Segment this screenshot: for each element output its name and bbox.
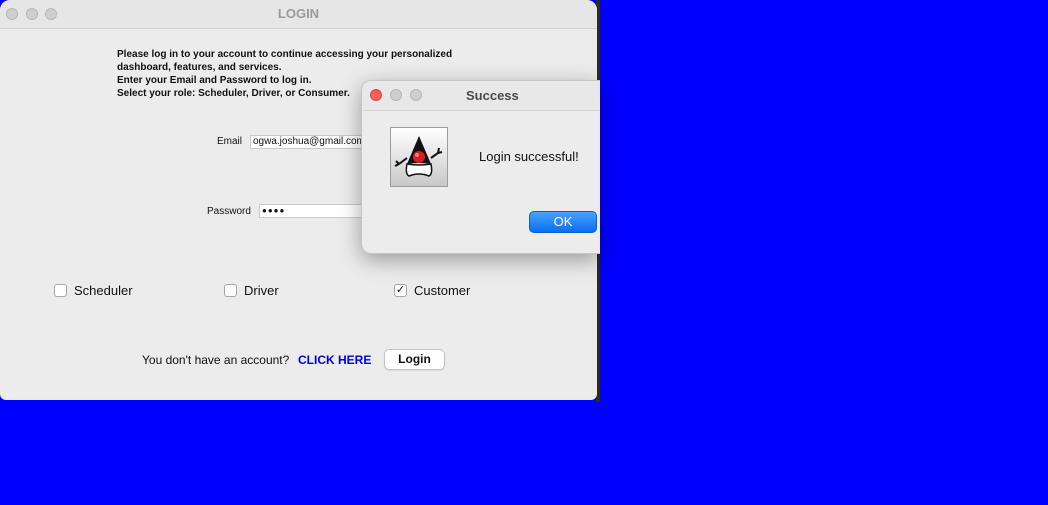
password-label: Password [207,206,251,217]
intro-line: Please log in to your account to continu… [117,49,453,60]
email-field[interactable]: ogwa.joshua@gmail.com [250,135,365,149]
password-field[interactable]: ●●●● [259,204,365,218]
driver-label[interactable]: Driver [244,283,279,298]
customer-checkbox[interactable]: ✓ [394,284,407,297]
driver-checkbox[interactable] [224,284,237,297]
login-button[interactable]: Login [384,349,445,370]
dialog-close-button[interactable] [370,89,382,101]
signup-prompt: You don't have an account? [142,353,290,367]
scheduler-checkbox[interactable] [54,284,67,297]
success-dialog: Success Login successful! OK [361,80,600,254]
dialog-zoom-button [410,89,422,101]
signup-link[interactable]: CLICK HERE [298,353,371,367]
dialog-minimize-button [390,89,402,101]
ok-button[interactable]: OK [529,211,597,233]
customer-label[interactable]: Customer [414,283,470,298]
login-window-titlebar: LOGIN [0,0,597,29]
window-title: LOGIN [277,6,320,21]
java-duke-icon [390,127,448,187]
scheduler-label[interactable]: Scheduler [74,283,133,298]
email-label: Email [217,136,243,147]
intro-line: dashboard, features, and services. [117,62,282,73]
dialog-titlebar: Success [362,81,600,111]
dialog-message: Login successful! [479,149,579,164]
dialog-title: Success [466,88,519,103]
